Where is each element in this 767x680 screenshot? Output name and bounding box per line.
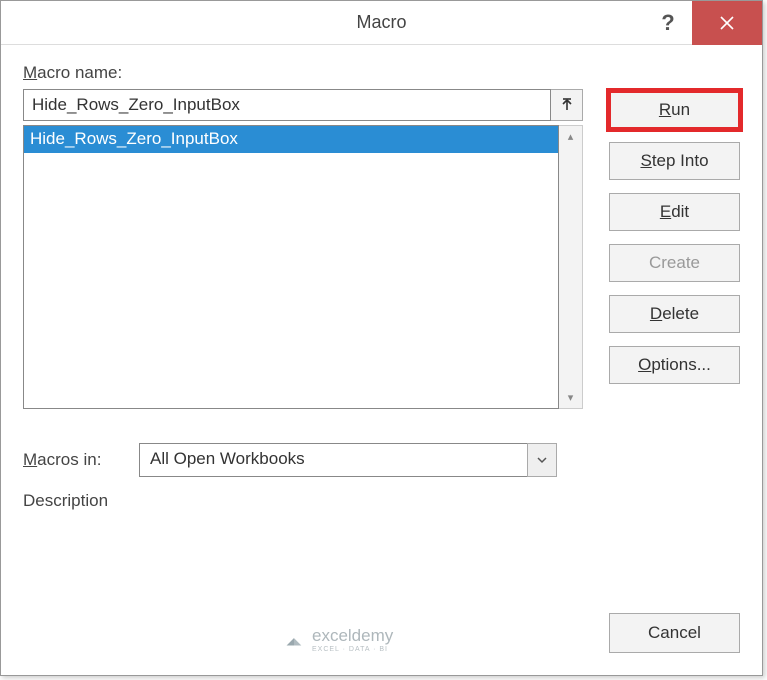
macro-name-input[interactable] bbox=[23, 89, 551, 121]
macros-in-row: Macros in: All Open Workbooks bbox=[23, 443, 740, 477]
titlebar: Macro ? bbox=[1, 1, 762, 45]
top-row: Macro name: Hide_Rows_Zero_InputBox ▴ ▾ bbox=[23, 63, 740, 409]
edit-button[interactable]: Edit bbox=[609, 193, 740, 231]
watermark-brand: exceldemy bbox=[312, 626, 393, 645]
macros-in-dropdown-button[interactable] bbox=[527, 443, 557, 477]
macro-list-scrollbar[interactable]: ▴ ▾ bbox=[559, 125, 583, 409]
watermark-sub: EXCEL · DATA · BI bbox=[312, 646, 393, 653]
macro-list-container: Hide_Rows_Zero_InputBox ▴ ▾ bbox=[23, 125, 583, 409]
help-button[interactable]: ? bbox=[644, 1, 692, 45]
create-button: Create bbox=[609, 244, 740, 282]
macro-name-go-button[interactable] bbox=[551, 89, 583, 121]
left-column: Macro name: Hide_Rows_Zero_InputBox ▴ ▾ bbox=[23, 63, 583, 409]
macros-in-value: All Open Workbooks bbox=[139, 443, 527, 477]
exceldemy-logo-icon bbox=[283, 629, 305, 651]
macros-in-select[interactable]: All Open Workbooks bbox=[139, 443, 557, 477]
chevron-down-icon bbox=[536, 454, 548, 466]
delete-button[interactable]: Delete bbox=[609, 295, 740, 333]
close-icon bbox=[719, 15, 735, 31]
right-column: Run Step Into Edit Create Delete Options… bbox=[609, 63, 740, 409]
help-icon: ? bbox=[661, 10, 674, 36]
dialog-title: Macro bbox=[356, 12, 406, 33]
list-item[interactable]: Hide_Rows_Zero_InputBox bbox=[24, 126, 558, 153]
chevron-down-icon: ▾ bbox=[568, 391, 574, 404]
macro-list[interactable]: Hide_Rows_Zero_InputBox bbox=[23, 125, 559, 409]
arrow-up-icon bbox=[560, 98, 574, 112]
watermark: exceldemy EXCEL · DATA · BI bbox=[283, 626, 393, 653]
close-button[interactable] bbox=[692, 1, 762, 45]
run-button[interactable]: Run bbox=[609, 91, 740, 129]
description-label: Description bbox=[23, 491, 740, 511]
macros-in-label: Macros in: bbox=[23, 450, 121, 470]
cancel-button[interactable]: Cancel bbox=[609, 613, 740, 653]
titlebar-controls: ? bbox=[644, 1, 762, 45]
options-button[interactable]: Options... bbox=[609, 346, 740, 384]
dialog-content: Macro name: Hide_Rows_Zero_InputBox ▴ ▾ bbox=[1, 45, 762, 675]
chevron-up-icon: ▴ bbox=[568, 130, 574, 143]
macro-name-row bbox=[23, 89, 583, 121]
macro-dialog: Macro ? Macro name: bbox=[0, 0, 763, 676]
bottom-row: exceldemy EXCEL · DATA · BI Cancel bbox=[23, 613, 740, 653]
step-into-button[interactable]: Step Into bbox=[609, 142, 740, 180]
spacer bbox=[23, 511, 740, 613]
macro-name-label: Macro name: bbox=[23, 63, 583, 83]
